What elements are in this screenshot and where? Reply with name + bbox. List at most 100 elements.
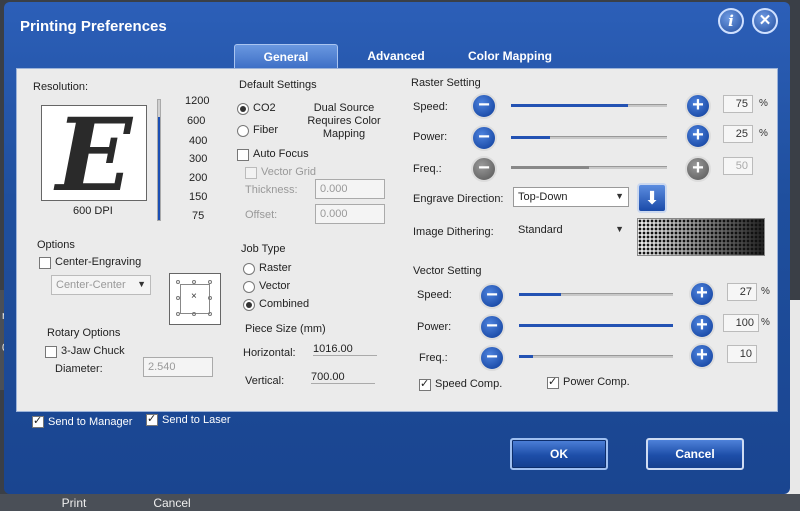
fiber-radio[interactable] [237,125,249,137]
engrave-direction-select[interactable]: Top-Down ▼ [513,187,629,207]
percent-sign: % [761,286,770,297]
vertical-value[interactable]: 700.00 [311,371,375,384]
window-title: Printing Preferences [20,18,167,35]
vector-freq-value[interactable]: 10 [727,345,757,363]
engrave-direction-value: Top-Down [518,191,568,203]
raster-speed-slider[interactable] [511,104,667,107]
raster-power-minus-icon[interactable]: − [471,125,497,151]
raster-setting-label: Raster Setting [411,77,481,89]
raster-freq-minus-icon[interactable]: − [471,156,497,182]
raster-freq-value[interactable]: 50 [723,157,753,175]
alignment-dot[interactable] [176,280,180,284]
diameter-field[interactable]: 2.540 [143,357,213,377]
alignment-dot[interactable] [208,312,212,316]
vector-setting-label: Vector Setting [413,265,482,277]
vector-grid-checkbox[interactable] [245,167,257,179]
power-comp-checkbox[interactable] [547,375,559,389]
auto-focus-checkbox[interactable] [237,149,249,161]
raster-speed-minus-icon[interactable]: − [471,93,497,119]
dpi-level: 150 [189,191,208,203]
raster-freq-plus-icon[interactable]: + [685,156,711,182]
tab-advanced[interactable]: Advanced [350,44,442,68]
raster-speed-label: Speed: [413,101,448,113]
vector-power-value[interactable]: 100 [723,314,759,332]
chevron-down-icon: ▼ [137,279,146,289]
vector-radio[interactable] [243,281,255,293]
raster-freq-slider[interactable] [511,166,667,169]
thickness-field[interactable]: 0.000 [315,179,385,199]
dual-source-note: Dual Source Requires Color Mapping [307,102,381,140]
alignment-dot[interactable] [176,312,180,316]
raster-speed-fill [511,104,628,107]
engrave-direction-label: Engrave Direction: [413,193,504,205]
horizontal-label: Horizontal: [243,347,296,359]
raster-power-slider[interactable] [511,136,667,139]
vector-speed-plus-icon[interactable]: + [689,281,715,307]
combined-radio[interactable] [243,299,255,311]
center-engraving-checkbox[interactable] [39,257,51,269]
raster-speed-value[interactable]: 75 [723,95,753,113]
jaw-chuck-checkbox[interactable] [45,346,57,358]
alignment-dot[interactable] [192,280,196,284]
horizontal-value[interactable]: 1016.00 [313,343,377,356]
center-mark-icon: × [191,291,197,302]
raster-speed-plus-icon[interactable]: + [685,93,711,119]
vector-speed-value[interactable]: 27 [727,283,757,301]
raster-radio[interactable] [243,263,255,275]
vector-speed-label: Speed: [417,289,452,301]
chevron-down-icon: ▼ [615,224,624,234]
vector-freq-minus-icon[interactable]: − [479,345,505,371]
vector-freq-slider[interactable] [519,355,673,358]
dpi-level: 75 [192,210,205,222]
dpi-level: 300 [189,153,208,165]
vector-power-label: Power: [417,321,452,333]
alignment-dot[interactable] [208,280,212,284]
vector-speed-minus-icon[interactable]: − [479,283,505,309]
background-cancel-button[interactable]: Cancel [130,496,214,511]
image-dithering-select[interactable]: Standard ▼ [513,220,629,240]
vector-power-plus-icon[interactable]: + [689,313,715,339]
co2-radio[interactable] [237,103,249,115]
send-to-manager-label: Send to Manager [48,416,133,428]
speed-comp-checkbox[interactable] [419,377,431,391]
vector-power-slider[interactable] [519,324,673,327]
auto-focus-label: Auto Focus [253,148,309,160]
raster-power-value[interactable]: 25 [723,125,753,143]
percent-sign: % [761,317,770,328]
tab-color-mapping[interactable]: Color Mapping [456,44,564,68]
vertical-label: Vertical: [245,375,285,387]
offset-field[interactable]: 0.000 [315,204,385,224]
center-alignment-preview: × [169,273,221,325]
options-label: Options [37,239,75,251]
send-to-laser-checkbox[interactable] [146,412,158,426]
default-settings-label: Default Settings [239,79,317,91]
piece-size-label: Piece Size (mm) [245,323,326,335]
vector-label: Vector [259,280,291,292]
vector-power-minus-icon[interactable]: − [479,314,505,340]
fiber-label: Fiber [253,124,279,136]
vector-speed-slider[interactable] [519,293,673,296]
alignment-dot[interactable] [176,296,180,300]
cancel-button[interactable]: Cancel [646,438,744,470]
close-icon[interactable]: ✕ [752,8,778,34]
center-position-select[interactable]: Center-Center ▼ [51,275,151,295]
thickness-label: Thickness: [245,184,298,196]
arrow-down-icon[interactable]: ⬇ [637,183,667,213]
alignment-dot[interactable] [192,312,196,316]
speed-comp-label: Speed Comp. [435,378,503,390]
tab-general[interactable]: General [234,44,338,68]
background-print-button[interactable]: Print [36,496,112,511]
vector-freq-plus-icon[interactable]: + [689,343,715,369]
raster-power-plus-icon[interactable]: + [685,123,711,149]
resolution-slider[interactable] [157,99,161,221]
alignment-dot[interactable] [208,296,212,300]
raster-freq-fill [511,166,589,169]
title-bar: Printing Preferences i ✕ [4,2,790,42]
raster-power-fill [511,136,550,139]
help-icon[interactable]: i [718,8,744,34]
ok-button[interactable]: OK [510,438,608,470]
center-position-value: Center-Center [56,279,126,291]
send-to-manager-checkbox[interactable] [32,414,44,428]
dpi-level: 200 [189,172,208,184]
raster-freq-label: Freq.: [413,163,442,175]
